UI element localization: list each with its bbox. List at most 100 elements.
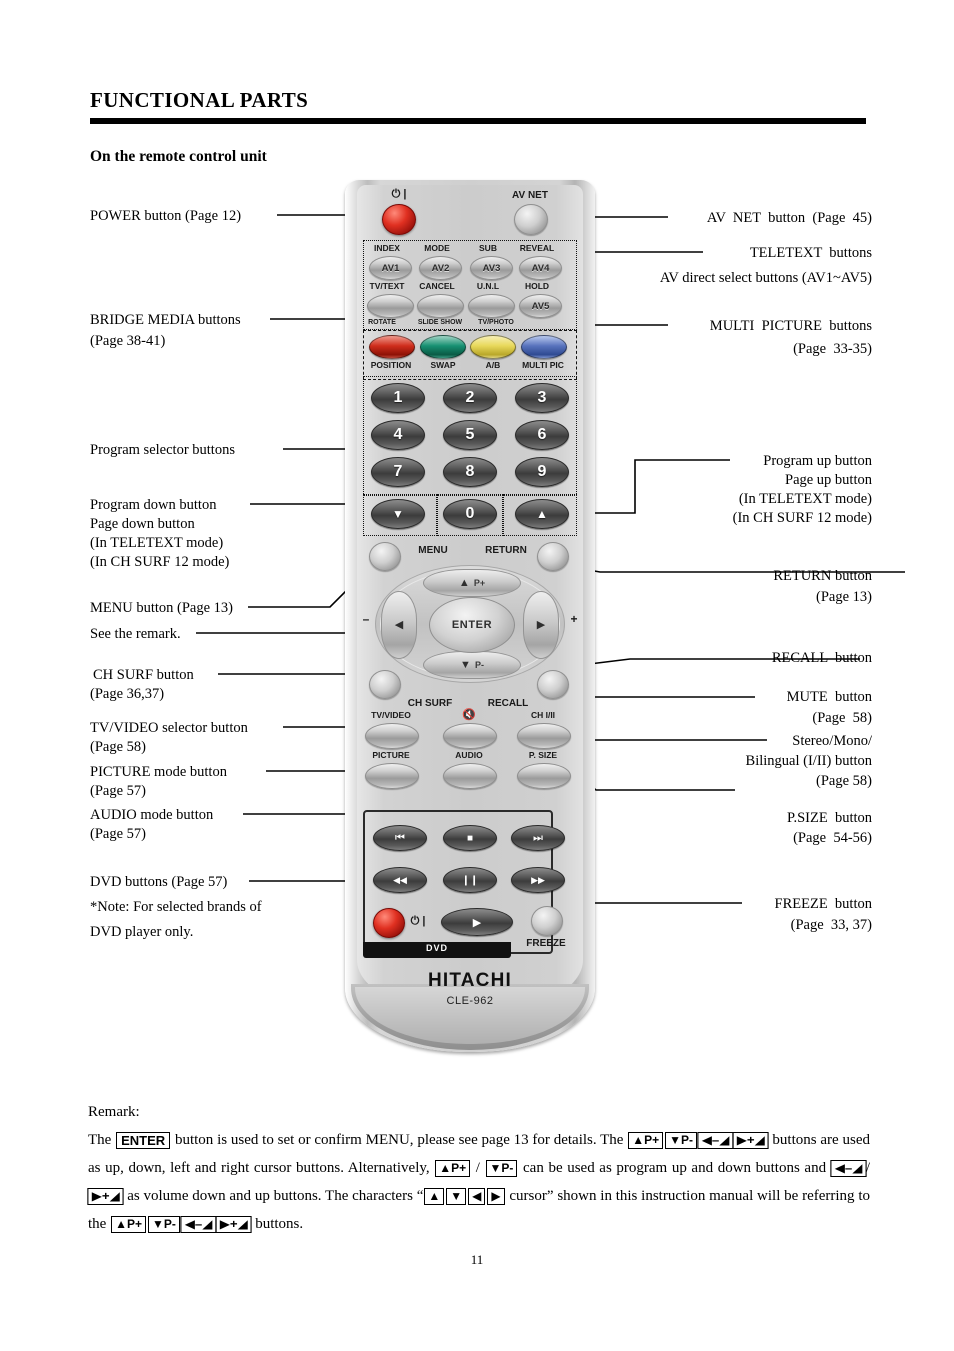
callout-dvd-note: *Note: For selected brands of bbox=[90, 899, 262, 915]
ab-label: A/B bbox=[485, 360, 501, 370]
vol-down-key-glyph-3: ◀–◢ bbox=[180, 1216, 217, 1234]
p-minus-key-glyph-3: ▼P- bbox=[147, 1216, 180, 1234]
program-down-button[interactable]: ▼ bbox=[371, 499, 425, 529]
menu-label: MENU bbox=[418, 545, 448, 556]
unl-button[interactable] bbox=[468, 294, 515, 318]
callout-audio-page: (Page 57) bbox=[90, 826, 146, 842]
title-rule bbox=[90, 118, 866, 124]
multi-pic-color-button[interactable] bbox=[521, 335, 567, 359]
left-key-glyph: ◀ bbox=[468, 1188, 486, 1206]
audio-label: AUDIO bbox=[455, 750, 483, 760]
dvd-forward-button[interactable]: ▶▶ bbox=[511, 867, 565, 893]
dvd-next-button[interactable]: ⏭ bbox=[511, 825, 565, 851]
page-number: 11 bbox=[470, 1252, 484, 1267]
number-8-button[interactable]: 8 bbox=[443, 457, 497, 487]
av3-button[interactable]: AV3 bbox=[470, 256, 513, 280]
vol-up-key-glyph: ▶+◢ bbox=[732, 1132, 770, 1150]
position-label: POSITION bbox=[370, 360, 412, 370]
dvd-rewind-button[interactable]: ◀◀ bbox=[373, 867, 427, 893]
callout-power: POWER button (Page 12) bbox=[90, 208, 242, 224]
number-9-button[interactable]: 9 bbox=[515, 457, 569, 487]
mute-button[interactable] bbox=[443, 723, 497, 749]
av2-button[interactable]: AV2 bbox=[419, 256, 462, 280]
position-color-button[interactable] bbox=[369, 335, 415, 359]
remark-t7: as volume down and up buttons. The chara… bbox=[123, 1188, 424, 1204]
page-title: FUNCTIONAL PARTS bbox=[90, 88, 309, 112]
number-1-button[interactable]: 1 bbox=[371, 383, 425, 413]
program-up-button[interactable]: ▲ bbox=[515, 499, 569, 529]
number-7-button[interactable]: 7 bbox=[371, 457, 425, 487]
callout-ch-surf-page: (Page 36,37) bbox=[90, 686, 165, 702]
slide-show-label: SLIDE SHOW bbox=[417, 319, 463, 326]
ch-surf-button[interactable] bbox=[369, 670, 401, 699]
vol-down-key-glyph-2: ◀–◢ bbox=[830, 1160, 867, 1178]
cancel-button[interactable] bbox=[417, 294, 464, 318]
number-3-button[interactable]: 3 bbox=[515, 383, 569, 413]
enter-button[interactable]: ENTER bbox=[429, 597, 515, 653]
callout-bridge-media-page: (Page 38-41) bbox=[90, 333, 166, 349]
cursor-left-button[interactable]: ◀ bbox=[381, 591, 417, 659]
av4-button[interactable]: AV4 bbox=[519, 256, 562, 280]
callout-picture-mode: PICTURE mode button bbox=[90, 764, 227, 780]
dvd-power-button[interactable] bbox=[373, 908, 405, 938]
p-plus-key-glyph: ▲P+ bbox=[628, 1132, 664, 1150]
remark-t9: buttons. bbox=[251, 1216, 304, 1232]
freeze-label: FREEZE bbox=[526, 938, 566, 949]
tv-text-button[interactable] bbox=[367, 294, 414, 318]
rotate-label: ROTATE bbox=[368, 319, 396, 326]
vol-up-key-glyph-3: ▶+◢ bbox=[215, 1216, 253, 1234]
number-5-button[interactable]: 5 bbox=[443, 420, 497, 450]
swap-color-button[interactable] bbox=[420, 335, 466, 359]
number-0-button[interactable]: 0 bbox=[443, 499, 497, 529]
remark-t1: The bbox=[88, 1132, 116, 1148]
dvd-prev-button[interactable]: ⏮ bbox=[373, 825, 427, 851]
callout-menu: MENU button (Page 13) bbox=[90, 600, 233, 616]
callout-dvd-note2: DVD player only. bbox=[90, 924, 194, 940]
dvd-stop-button[interactable]: ■ bbox=[443, 825, 497, 851]
p-size-button[interactable] bbox=[517, 763, 571, 789]
power-button[interactable] bbox=[382, 204, 416, 235]
volume-down-label: – bbox=[362, 612, 370, 626]
ch-1-2-button[interactable] bbox=[517, 723, 571, 749]
mode-label: MODE bbox=[424, 243, 450, 253]
p-minus-label: P- bbox=[474, 660, 484, 670]
dvd-pause-button[interactable]: ❙❙ bbox=[443, 867, 497, 893]
dvd-play-button[interactable]: ▶ bbox=[441, 908, 513, 936]
callout-program-down: Program down button bbox=[90, 497, 217, 513]
cursor-right-button[interactable]: ▶ bbox=[523, 591, 559, 659]
picture-button[interactable] bbox=[365, 763, 419, 789]
down-arrow-icon: ▼ bbox=[460, 658, 471, 671]
tv-video-button[interactable] bbox=[365, 723, 419, 749]
down-key-glyph: ▼ bbox=[446, 1188, 467, 1206]
audio-button[interactable] bbox=[443, 763, 497, 789]
number-4-button[interactable]: 4 bbox=[371, 420, 425, 450]
remark-t5: can be used as program up and down butto… bbox=[518, 1160, 831, 1176]
up-arrow-icon: ▲ bbox=[458, 576, 470, 589]
ab-color-button[interactable] bbox=[470, 335, 516, 359]
program-down-nav-button[interactable]: ▼ P- bbox=[423, 651, 521, 679]
section-subtitle: On the remote control unit bbox=[90, 148, 267, 165]
index-label: INDEX bbox=[374, 243, 400, 253]
picture-label: PICTURE bbox=[372, 750, 410, 760]
callout-tv-video-page: (Page 58) bbox=[90, 739, 146, 755]
freeze-button[interactable] bbox=[531, 906, 563, 936]
callout-dvd: DVD buttons (Page 57) bbox=[90, 874, 228, 890]
av5-button[interactable]: AV5 bbox=[519, 294, 562, 318]
mute-icon: 🔇 bbox=[462, 709, 476, 721]
callout-teletext-mode: (In TELETEXT mode) bbox=[90, 535, 224, 551]
navigation-cluster: ▲ P+ ▼ P- ◀ ▶ ENTER bbox=[375, 565, 565, 683]
av1-button[interactable]: AV1 bbox=[369, 256, 412, 280]
vol-down-key-glyph: ◀–◢ bbox=[697, 1132, 734, 1150]
av-net-button[interactable] bbox=[514, 204, 548, 235]
callout-chsurf-mode: (In CH SURF 12 mode) bbox=[90, 554, 230, 570]
right-arrow-icon: ▶ bbox=[536, 618, 546, 631]
enter-key-glyph: ENTER bbox=[116, 1132, 171, 1150]
program-up-nav-button[interactable]: ▲ P+ bbox=[423, 569, 521, 597]
number-2-button[interactable]: 2 bbox=[443, 383, 497, 413]
swap-label: SWAP bbox=[430, 360, 456, 370]
recall-button[interactable] bbox=[537, 670, 569, 699]
reveal-label: REVEAL bbox=[519, 243, 555, 253]
return-label: RETURN bbox=[485, 545, 527, 556]
p-plus-label: P+ bbox=[473, 578, 486, 588]
number-6-button[interactable]: 6 bbox=[515, 420, 569, 450]
